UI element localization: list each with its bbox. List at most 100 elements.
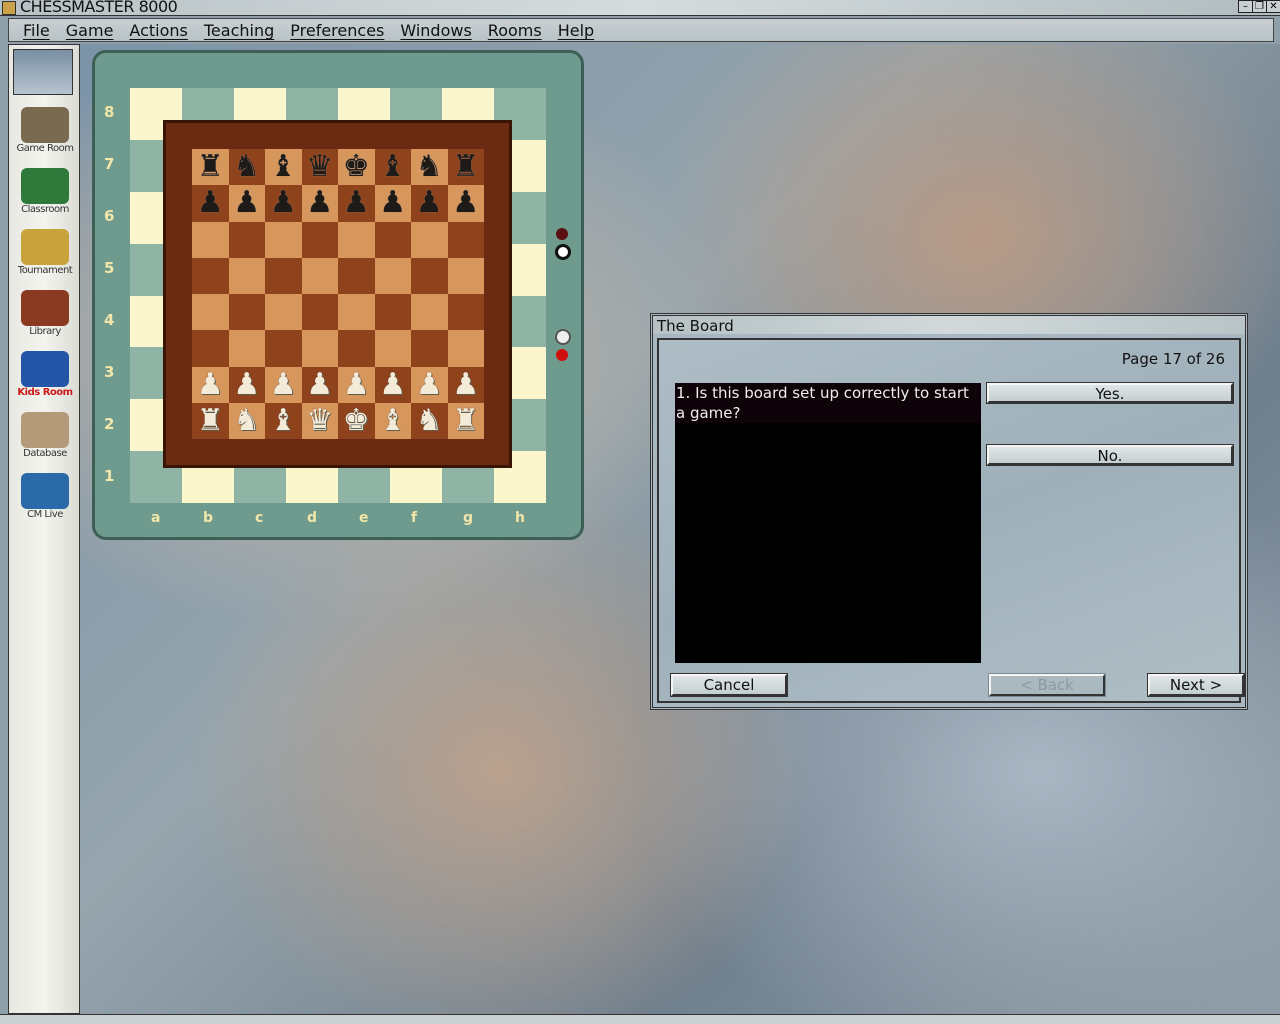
square-b3[interactable] <box>228 330 265 367</box>
square-d4[interactable] <box>301 294 338 331</box>
sidebar-item-game-room[interactable]: Game Room <box>9 107 81 154</box>
white-bishop-icon[interactable]: ♝ <box>379 405 406 436</box>
menu-game[interactable]: Game <box>58 19 122 41</box>
black-rook-icon[interactable]: ♜ <box>197 152 224 182</box>
sidebar-item-tournament[interactable]: Tournament <box>9 229 81 276</box>
white-rook-icon[interactable]: ♜ <box>452 405 479 436</box>
cancel-button[interactable]: Cancel <box>671 674 787 696</box>
square-c3[interactable] <box>265 330 302 367</box>
square-b8[interactable]: ♞ <box>228 149 265 186</box>
square-e3[interactable] <box>338 330 375 367</box>
black-queen-icon[interactable]: ♛ <box>306 152 333 182</box>
black-pawn-icon[interactable]: ♟ <box>416 188 443 218</box>
square-c5[interactable] <box>265 257 302 294</box>
sidebar-item-kids-room[interactable]: Kids Room <box>9 351 81 398</box>
white-queen-icon[interactable]: ♛ <box>306 405 333 436</box>
square-f5[interactable] <box>374 257 411 294</box>
square-d6[interactable] <box>301 221 338 258</box>
black-bishop-icon[interactable]: ♝ <box>270 152 297 182</box>
square-b7[interactable]: ♟ <box>228 185 265 222</box>
white-king-icon[interactable]: ♚ <box>343 405 370 436</box>
square-c8[interactable]: ♝ <box>265 149 302 186</box>
square-g4[interactable] <box>411 294 448 331</box>
square-e7[interactable]: ♟ <box>338 185 375 222</box>
square-g7[interactable]: ♟ <box>411 185 448 222</box>
black-knight-icon[interactable]: ♞ <box>233 152 260 182</box>
chessmaster-logo[interactable] <box>13 49 73 95</box>
square-c6[interactable] <box>265 221 302 258</box>
black-knight-icon[interactable]: ♞ <box>416 152 443 182</box>
square-h2[interactable]: ♟ <box>447 366 484 403</box>
square-c7[interactable]: ♟ <box>265 185 302 222</box>
white-pawn-icon[interactable]: ♟ <box>379 369 406 400</box>
sidebar-item-library[interactable]: Library <box>9 290 81 337</box>
square-d5[interactable] <box>301 257 338 294</box>
black-pawn-icon[interactable]: ♟ <box>306 188 333 218</box>
square-h5[interactable] <box>447 257 484 294</box>
black-pawn-icon[interactable]: ♟ <box>452 188 479 218</box>
square-e8[interactable]: ♚ <box>338 149 375 186</box>
square-g3[interactable] <box>411 330 448 367</box>
square-h1[interactable]: ♜ <box>447 402 484 439</box>
white-pawn-icon[interactable]: ♟ <box>233 369 260 400</box>
menu-help[interactable]: Help <box>550 19 602 41</box>
black-rook-icon[interactable]: ♜ <box>452 152 479 182</box>
square-g2[interactable]: ♟ <box>411 366 448 403</box>
square-b5[interactable] <box>228 257 265 294</box>
black-pawn-icon[interactable]: ♟ <box>197 188 224 218</box>
restore-icon[interactable]: ❐ <box>1252 0 1267 13</box>
square-a7[interactable]: ♟ <box>192 185 229 222</box>
white-bishop-icon[interactable]: ♝ <box>270 405 297 436</box>
square-h7[interactable]: ♟ <box>447 185 484 222</box>
white-knight-icon[interactable]: ♞ <box>233 405 260 436</box>
sidebar-item-classroom[interactable]: Classroom <box>9 168 81 215</box>
square-e6[interactable] <box>338 221 375 258</box>
square-d1[interactable]: ♛ <box>301 402 338 439</box>
white-pawn-icon[interactable]: ♟ <box>416 369 443 400</box>
square-f4[interactable] <box>374 294 411 331</box>
square-b4[interactable] <box>228 294 265 331</box>
square-d7[interactable]: ♟ <box>301 185 338 222</box>
square-b6[interactable] <box>228 221 265 258</box>
app-icon[interactable] <box>2 1 16 15</box>
square-e1[interactable]: ♚ <box>338 402 375 439</box>
chess-board[interactable]: ♜ ♞ ♝ ♛ ♚ ♝ ♞ ♜ ♟ ♟ ♟ ♟ ♟ ♟ ♟ ♟ ♟ ♟ ♟ ♟ ♟ ♟ ♟ ♟ ♜ ♞ ♝ ♛ ♚ ♝ ♞ ♜ <box>192 149 484 439</box>
next-button[interactable]: Next > <box>1148 674 1244 696</box>
square-b1[interactable]: ♞ <box>228 402 265 439</box>
square-a2[interactable]: ♟ <box>192 366 229 403</box>
minimize-icon[interactable]: – <box>1238 0 1253 13</box>
square-f7[interactable]: ♟ <box>374 185 411 222</box>
white-pawn-icon[interactable]: ♟ <box>197 369 224 400</box>
square-f2[interactable]: ♟ <box>374 366 411 403</box>
menu-preferences[interactable]: Preferences <box>282 19 392 41</box>
black-pawn-icon[interactable]: ♟ <box>270 188 297 218</box>
white-pawn-icon[interactable]: ♟ <box>306 369 333 400</box>
square-g5[interactable] <box>411 257 448 294</box>
square-a8[interactable]: ♜ <box>192 149 229 186</box>
close-icon[interactable]: ✕ <box>1266 0 1280 13</box>
black-bishop-icon[interactable]: ♝ <box>379 152 406 182</box>
square-g6[interactable] <box>411 221 448 258</box>
sidebar-item-database[interactable]: Database <box>9 412 81 459</box>
square-g1[interactable]: ♞ <box>411 402 448 439</box>
square-e4[interactable] <box>338 294 375 331</box>
square-h8[interactable]: ♜ <box>447 149 484 186</box>
black-pawn-icon[interactable]: ♟ <box>233 188 260 218</box>
square-d2[interactable]: ♟ <box>301 366 338 403</box>
square-f8[interactable]: ♝ <box>374 149 411 186</box>
black-pawn-icon[interactable]: ♟ <box>379 188 406 218</box>
sidebar-item-cm-live[interactable]: CM Live <box>9 473 81 520</box>
square-a6[interactable] <box>192 221 229 258</box>
menu-teaching[interactable]: Teaching <box>196 19 282 41</box>
square-f1[interactable]: ♝ <box>374 402 411 439</box>
square-e2[interactable]: ♟ <box>338 366 375 403</box>
white-pawn-icon[interactable]: ♟ <box>343 369 370 400</box>
square-b2[interactable]: ♟ <box>228 366 265 403</box>
square-h4[interactable] <box>447 294 484 331</box>
square-e5[interactable] <box>338 257 375 294</box>
white-rook-icon[interactable]: ♜ <box>197 405 224 436</box>
no-button[interactable]: No. <box>987 445 1233 465</box>
square-c4[interactable] <box>265 294 302 331</box>
white-knight-icon[interactable]: ♞ <box>416 405 443 436</box>
square-f3[interactable] <box>374 330 411 367</box>
